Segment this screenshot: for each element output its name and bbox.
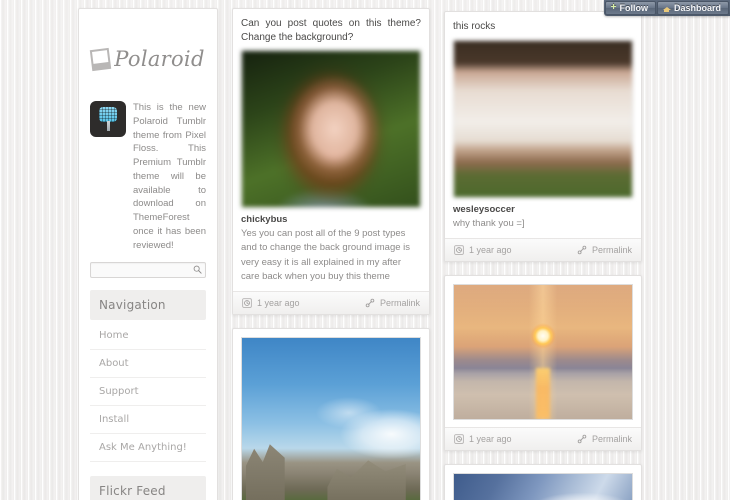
post-caption: chickybus Yes you can post all of the 9 … <box>241 214 421 284</box>
post-card[interactable]: Can you post quotes on this theme? Chang… <box>232 8 430 315</box>
site-title: Polaroid <box>114 47 205 71</box>
sidebar-item-ask[interactable]: Ask Me Anything! <box>90 434 206 463</box>
post-caption: wesleysoccer why thank you =] <box>453 204 633 231</box>
post-columns: Can you post quotes on this theme? Chang… <box>232 8 730 500</box>
caption-username: wesleysoccer <box>453 203 515 215</box>
sidebar-item-about[interactable]: About <box>90 350 206 379</box>
post-photo-castle-ruins[interactable] <box>241 337 421 500</box>
post-permalink-label: Permalink <box>591 433 632 444</box>
plus-icon: + <box>610 2 617 13</box>
dashboard-button[interactable]: Dashboard <box>656 1 729 15</box>
home-icon <box>662 5 671 12</box>
post-meta: 1 year ago Permalink <box>445 237 641 261</box>
post-card[interactable]: this rocks wesleysoccer why thank you =] <box>444 11 642 262</box>
link-icon <box>577 245 587 255</box>
post-card[interactable] <box>232 328 430 500</box>
sidebar-item-home[interactable]: Home <box>90 322 206 351</box>
post-timestamp[interactable]: 1 year ago <box>242 298 300 308</box>
flickr-feed-heading: Flickr Feed <box>90 476 206 500</box>
post-meta: 1 year ago Permalink <box>233 291 429 314</box>
dashboard-button-label: Dashboard <box>673 2 721 13</box>
tumblr-top-bar: + Follow Dashboard <box>603 0 730 16</box>
post-photo-sunset[interactable] <box>453 283 633 420</box>
sidebar: Polaroid This is the new Polaroid Tumblr… <box>78 8 218 500</box>
follow-button-label: Follow <box>619 2 648 13</box>
post-timestamp[interactable]: 1 year ago <box>454 434 512 444</box>
post-body <box>445 276 641 427</box>
avatar <box>90 101 126 137</box>
post-permalink-label: Permalink <box>379 298 420 308</box>
post-card[interactable]: 1 year ago Permalink <box>444 274 642 451</box>
about-description: This is the new Polaroid Tumblr theme fr… <box>133 102 206 251</box>
post-permalink[interactable]: Permalink <box>365 298 420 308</box>
caption-text: why thank you =] <box>453 217 525 229</box>
post-permalink-label: Permalink <box>591 244 632 255</box>
clock-icon <box>242 298 252 308</box>
post-photo-clouds[interactable] <box>453 472 633 500</box>
link-icon <box>577 434 587 444</box>
post-title: this rocks <box>453 21 496 32</box>
caption-text: Yes you can post all of the 9 post types… <box>241 228 411 282</box>
post-body <box>233 329 429 500</box>
search-input[interactable] <box>90 262 206 279</box>
site-logo[interactable]: Polaroid <box>90 47 206 71</box>
about-block: This is the new Polaroid Tumblr theme fr… <box>90 101 206 252</box>
polaroid-frame-icon <box>90 47 112 71</box>
navigation-list: Home About Support Install Ask Me Anythi… <box>90 322 206 463</box>
pixel-tree-icon <box>99 107 117 122</box>
sidebar-item-support[interactable]: Support <box>90 378 206 407</box>
post-meta: 1 year ago Permalink <box>445 426 641 450</box>
post-photo-blurred-portrait[interactable] <box>241 50 421 208</box>
post-permalink[interactable]: Permalink <box>577 245 632 255</box>
link-icon <box>365 298 375 308</box>
post-column-2: this rocks wesleysoccer why thank you =] <box>444 11 642 500</box>
follow-button[interactable]: + Follow <box>604 1 656 15</box>
post-body <box>445 465 641 500</box>
post-timestamp-label: 1 year ago <box>469 244 512 255</box>
nav-heading: Navigation <box>90 290 206 321</box>
clock-icon <box>454 433 464 444</box>
post-body: Can you post quotes on this theme? Chang… <box>233 9 429 291</box>
post-permalink[interactable]: Permalink <box>577 434 632 444</box>
post-column-1: Can you post quotes on this theme? Chang… <box>232 8 430 500</box>
post-photo-soccer-team[interactable] <box>453 39 633 198</box>
post-timestamp[interactable]: 1 year ago <box>454 245 512 255</box>
sidebar-item-install[interactable]: Install <box>90 406 206 435</box>
page-wrapper: Polaroid This is the new Polaroid Tumblr… <box>78 8 730 500</box>
post-timestamp-label: 1 year ago <box>469 433 512 444</box>
caption-username: chickybus <box>241 214 288 225</box>
post-card[interactable] <box>444 463 642 500</box>
search-box <box>90 262 206 279</box>
post-timestamp-label: 1 year ago <box>257 298 300 308</box>
pixel-tree-trunk-icon <box>106 121 110 131</box>
clock-icon <box>454 244 464 255</box>
post-body: this rocks wesleysoccer why thank you =] <box>445 12 641 238</box>
post-title: Can you post quotes on this theme? Chang… <box>241 18 421 43</box>
